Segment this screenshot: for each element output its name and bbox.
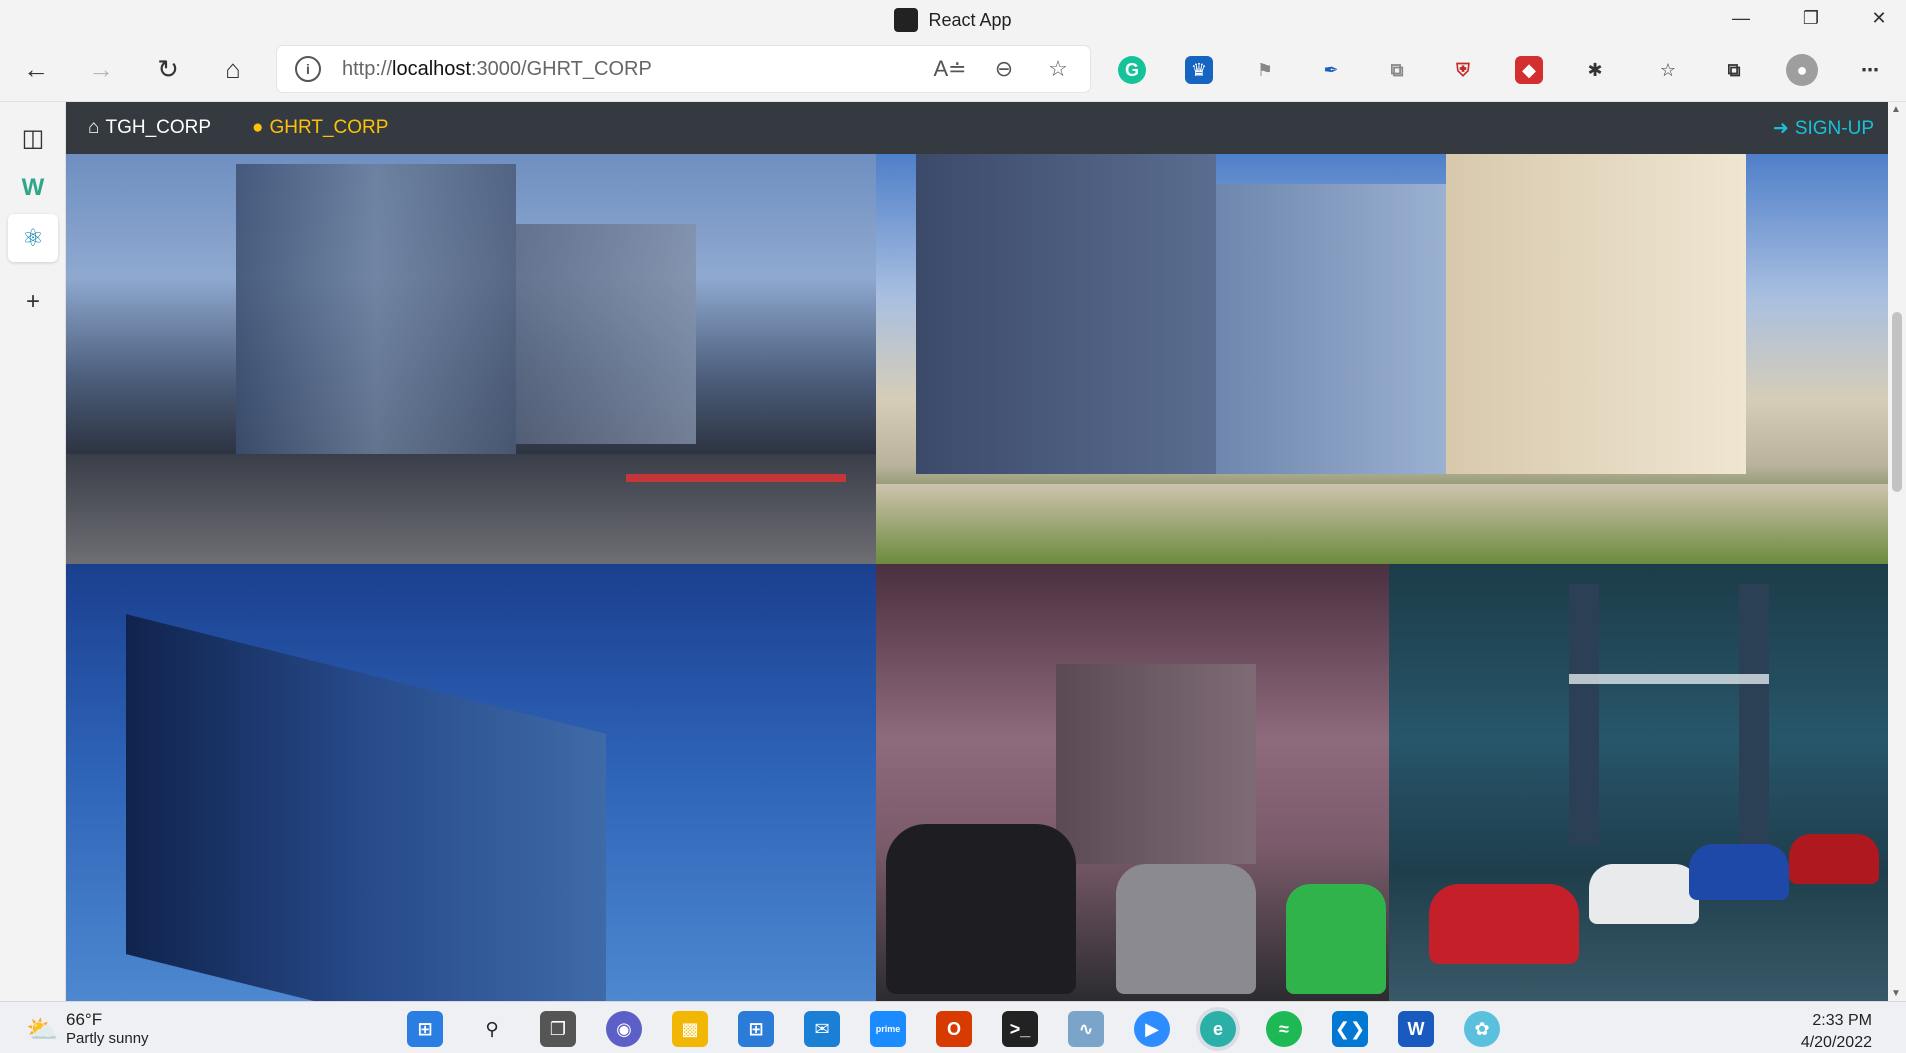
nav-signup-link[interactable]: ➜ SIGN-UP (1773, 117, 1874, 140)
read-aloud-icon[interactable]: A≐ (933, 54, 966, 84)
zoom-out-icon[interactable]: ⊖ (989, 54, 1019, 84)
weather-temp: 66°F (66, 1010, 103, 1029)
microsoft-store-icon[interactable]: ⊞ (738, 1011, 774, 1047)
word-icon[interactable]: W (1398, 1011, 1434, 1047)
spotify-icon[interactable]: ≈ (1266, 1011, 1302, 1047)
home-icon: ⌂ (88, 117, 100, 138)
extensions-icon[interactable]: ✱ (1581, 56, 1609, 84)
start-icon[interactable]: ⊞ (407, 1011, 443, 1047)
weather-widget[interactable]: ⛅ 66°F Partly sunny (26, 1010, 149, 1047)
url-path: :3000/GHRT_CORP (470, 58, 652, 80)
gallery-image-glass-skyscraper (66, 564, 876, 1001)
vscode-icon[interactable]: ❮❯ (1332, 1011, 1368, 1047)
copy-extension-icon[interactable]: ⧉ (1383, 56, 1411, 84)
office-icon[interactable]: O (936, 1011, 972, 1047)
address-bar[interactable]: i http://localhost:3000/GHRT_CORP A≐ ⊖ ☆ (277, 46, 1090, 92)
window-title-bar: React App — ❐ ✕ (0, 0, 1906, 36)
gallery-image-cars-tower-bridge (1389, 564, 1888, 1001)
react-app-favicon-icon (894, 8, 919, 32)
react-tab-icon[interactable]: ⚛ (8, 214, 58, 262)
maximize-button[interactable]: ❐ (1778, 0, 1844, 36)
w3-tab-icon[interactable]: W (8, 164, 58, 212)
terminal-icon[interactable]: >_ (1002, 1011, 1038, 1047)
close-window-button[interactable]: ✕ (1846, 0, 1906, 36)
add-favorite-icon[interactable]: ☆ (1043, 54, 1073, 84)
partly-sunny-icon: ⛅ (26, 1014, 59, 1044)
clock-date: 4/20/2022 (1800, 1034, 1872, 1051)
browser-toolbar: ← → ↻ ⌂ i http://localhost:3000/GHRT_COR… (0, 36, 1906, 102)
trophy-extension-icon[interactable]: ♛ (1185, 56, 1213, 84)
performance-monitor-icon[interactable]: ∿ (1068, 1011, 1104, 1047)
nav-ghrt-label: GHRT_CORP (269, 117, 389, 138)
gallery-image-cars-in-rain (876, 564, 1389, 1001)
nav-signup-label: SIGN-UP (1794, 117, 1874, 139)
flag-extension-icon[interactable]: ⚑ (1251, 56, 1279, 84)
new-tab-icon[interactable]: + (8, 278, 58, 326)
tab-actions-icon[interactable]: ◫ (8, 114, 58, 162)
gallery-image-office-complex (876, 154, 1888, 564)
grammarly-extension-icon[interactable]: G (1118, 56, 1146, 84)
prime-video-icon[interactable]: prime (870, 1011, 906, 1047)
url-prefix: http:// (342, 58, 393, 80)
forward-button[interactable]: → (79, 47, 123, 91)
collections-icon[interactable]: ⧉ (1720, 56, 1748, 84)
task-view-icon[interactable]: ❐ (540, 1011, 576, 1047)
scroll-up-arrow-icon[interactable]: ▲ (1891, 104, 1901, 115)
gallery-image-office-building-street (66, 154, 876, 564)
site-info-icon[interactable]: i (295, 56, 321, 82)
nav-home-link[interactable]: ⌂ TGH_CORP (88, 117, 211, 139)
url-text[interactable]: http://localhost:3000/GHRT_CORP (342, 58, 652, 81)
globe-icon: ● (252, 117, 264, 138)
profile-avatar-icon[interactable]: ● (1786, 54, 1818, 86)
nav-ghrt-link[interactable]: ● GHRT_CORP (252, 117, 388, 139)
minimize-button[interactable]: — (1708, 0, 1774, 36)
weather-desc: Partly sunny (66, 1030, 149, 1047)
search-icon[interactable]: ⚲ (474, 1011, 510, 1047)
teams-chat-icon[interactable]: ◉ (606, 1011, 642, 1047)
file-explorer-icon[interactable]: ▩ (672, 1011, 708, 1047)
scrollbar-thumb[interactable] (1892, 312, 1902, 492)
more-menu-icon[interactable]: ⋯ (1856, 56, 1884, 84)
clock-time: 2:33 PM (1812, 1012, 1872, 1029)
page-scrollbar[interactable]: ▲ ▼ (1888, 102, 1906, 1001)
back-button[interactable]: ← (14, 47, 58, 91)
edge-icon[interactable]: e (1200, 1011, 1236, 1047)
nav-home-label: TGH_CORP (105, 117, 212, 138)
home-button[interactable]: ⌂ (211, 47, 255, 91)
web-page: ⌂ TGH_CORP ● GHRT_CORP ➜ SIGN-UP (66, 102, 1888, 1001)
window-title: React App (0, 8, 1906, 32)
system-clock[interactable]: 2:33 PM 4/20/2022 (1801, 1010, 1872, 1053)
sign-in-icon: ➜ (1772, 118, 1789, 139)
url-host: localhost (392, 58, 471, 80)
site-navbar: ⌂ TGH_CORP ● GHRT_CORP ➜ SIGN-UP (66, 102, 1888, 154)
window-title-text: React App (928, 10, 1012, 30)
mail-icon[interactable]: ✉ (804, 1011, 840, 1047)
favorites-icon[interactable]: ☆ (1654, 56, 1682, 84)
pen-extension-icon[interactable]: ✒ (1317, 56, 1345, 84)
red-extension-icon[interactable]: ◆ (1515, 56, 1543, 84)
paint-icon[interactable]: ✿ (1464, 1011, 1500, 1047)
windows-taskbar: ⛅ 66°F Partly sunny ⊞ ⚲ ❐ ◉ ▩ ⊞ ✉ prime … (0, 1001, 1906, 1053)
scroll-down-arrow-icon[interactable]: ▼ (1891, 988, 1901, 999)
shield-extension-icon[interactable]: ⛨ (1449, 56, 1477, 84)
zoom-icon[interactable]: ▶ (1134, 1011, 1170, 1047)
browser-sidebar: ◫ W ⚛ + (0, 102, 66, 1001)
refresh-button[interactable]: ↻ (146, 47, 190, 91)
